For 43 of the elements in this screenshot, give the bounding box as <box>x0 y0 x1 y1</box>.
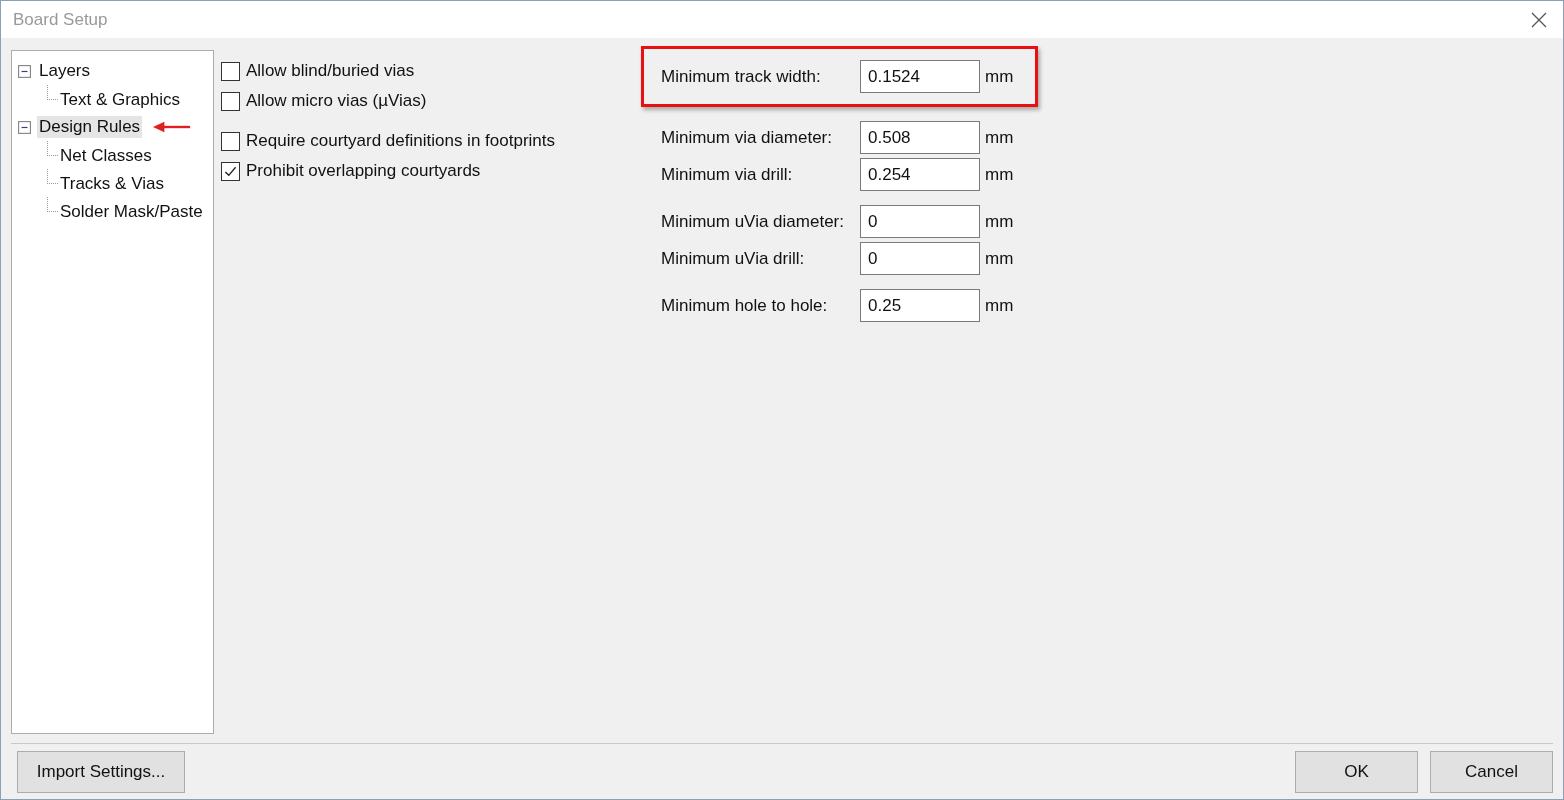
dialog-button[interactable]: Import Settings... <box>17 751 185 793</box>
checkbox-label: Prohibit overlapping courtyards <box>246 161 481 181</box>
collapse-icon[interactable] <box>18 64 31 78</box>
unit-label: mm <box>985 248 1014 269</box>
tree-item[interactable]: Design Rules <box>37 116 143 138</box>
field-label: Minimum hole to hole: <box>661 295 829 316</box>
checkbox[interactable] <box>221 91 240 111</box>
close-icon[interactable] <box>1531 11 1547 28</box>
checkbox[interactable] <box>221 161 240 181</box>
tree-item[interactable]: Solder Mask/Paste <box>58 201 205 223</box>
tree-item[interactable]: Layers <box>37 60 93 82</box>
tree-connector <box>47 141 58 156</box>
dialog-button[interactable]: Cancel <box>1430 751 1553 793</box>
checkbox[interactable] <box>221 131 240 151</box>
field-label: Minimum via drill: <box>661 164 794 185</box>
unit-label: mm <box>985 66 1014 87</box>
input-field[interactable]: 0.508 <box>860 121 980 154</box>
field-label: Minimum via diameter: <box>661 127 833 148</box>
input-field[interactable]: 0 <box>860 242 980 275</box>
checkbox-label: Allow blind/buried vias <box>246 61 415 81</box>
unit-label: mm <box>985 211 1014 232</box>
window-title: Board Setup <box>13 9 108 30</box>
checkbox-label: Allow micro vias (µVias) <box>246 91 427 111</box>
field-label: Minimum track width: <box>661 66 822 87</box>
unit-label: mm <box>985 127 1014 148</box>
tree-connector <box>47 197 58 212</box>
field-label: Minimum uVia diameter: <box>661 211 845 232</box>
input-field[interactable]: 0.25 <box>860 289 980 322</box>
tree-connector <box>47 85 58 100</box>
unit-label: mm <box>985 295 1014 316</box>
field-label: Minimum uVia drill: <box>661 248 806 269</box>
tree-item[interactable]: Tracks & Vias <box>58 173 166 195</box>
collapse-icon[interactable] <box>18 120 31 134</box>
dialog-button[interactable]: OK <box>1295 751 1418 793</box>
checkbox-label: Require courtyard definitions in footprints <box>246 131 555 151</box>
unit-label: mm <box>985 164 1014 185</box>
tree-connector <box>47 169 58 184</box>
checkbox[interactable] <box>221 61 240 81</box>
input-field[interactable]: 0.254 <box>860 158 980 191</box>
tree-item[interactable]: Net Classes <box>58 145 154 167</box>
input-field[interactable]: 0.1524 <box>860 60 980 93</box>
input-field[interactable]: 0 <box>860 205 980 238</box>
tree-item[interactable]: Text & Graphics <box>58 89 182 111</box>
